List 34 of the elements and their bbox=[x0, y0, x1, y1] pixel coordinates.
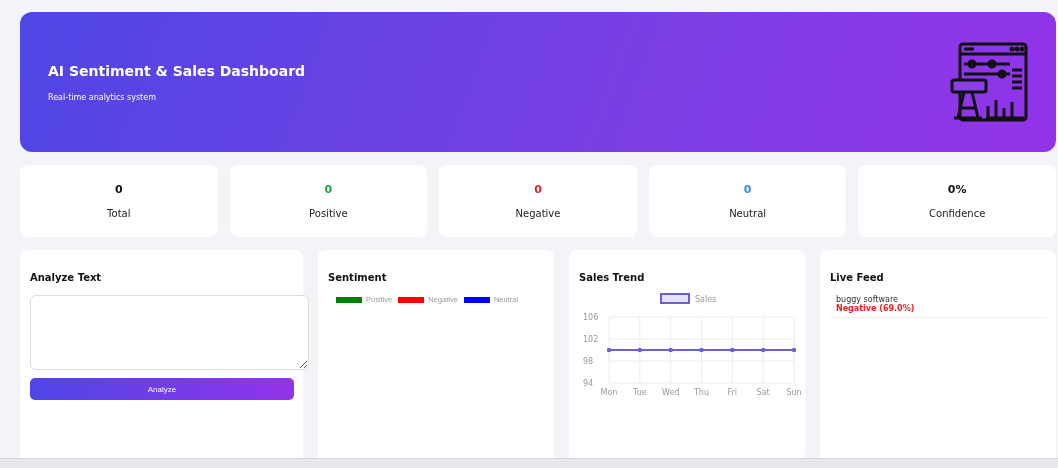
panel-title: Live Feed bbox=[830, 272, 884, 283]
analytics-dashboard-icon bbox=[950, 42, 1028, 122]
dashboard-title: AI Sentiment & Sales Dashboard bbox=[48, 62, 306, 79]
stat-value: 0 bbox=[324, 183, 333, 196]
feed-text: buggy software bbox=[836, 295, 898, 304]
panel-title: Sentiment bbox=[328, 272, 387, 283]
analyze-button[interactable]: Analyze bbox=[30, 378, 294, 400]
stat-label: Neutral bbox=[729, 208, 767, 219]
legend-label: Sales bbox=[695, 295, 717, 304]
stat-label: Positive bbox=[309, 208, 348, 219]
panel-title: Sales Trend bbox=[579, 272, 645, 283]
axis-tick-label: 98 bbox=[583, 357, 594, 366]
stat-label: Total bbox=[107, 208, 131, 219]
axis-tick-label: Fri bbox=[727, 388, 738, 397]
dashboard-subtitle: Real-time analytics system bbox=[48, 92, 157, 102]
axis-tick-label: Tue bbox=[633, 388, 647, 397]
axis-tick-label: Thu bbox=[694, 388, 709, 397]
stat-label: Confidence bbox=[929, 208, 986, 219]
axis-tick-label: Sun bbox=[786, 388, 802, 397]
text-input-field[interactable] bbox=[30, 295, 309, 370]
stat-value: 0 bbox=[743, 183, 752, 196]
stat-value: 0 bbox=[534, 183, 542, 196]
axis-tick-label: Wed bbox=[661, 388, 680, 397]
stat-label: Negative bbox=[515, 208, 561, 219]
panel-title: Analyze Text bbox=[30, 272, 102, 283]
axis-tick-label: Sat bbox=[756, 388, 770, 397]
axis-tick-label: Mon bbox=[600, 388, 618, 397]
legend-swatch bbox=[660, 293, 690, 304]
stat-value: 0 bbox=[114, 183, 123, 196]
axis-tick-label: 106 bbox=[583, 313, 599, 322]
sentiment-result: Negative (69.0%) bbox=[836, 304, 916, 313]
axis-tick-label: 102 bbox=[583, 335, 599, 344]
stat-value: 0% bbox=[947, 183, 967, 196]
axis-tick-label: 94 bbox=[583, 379, 594, 388]
